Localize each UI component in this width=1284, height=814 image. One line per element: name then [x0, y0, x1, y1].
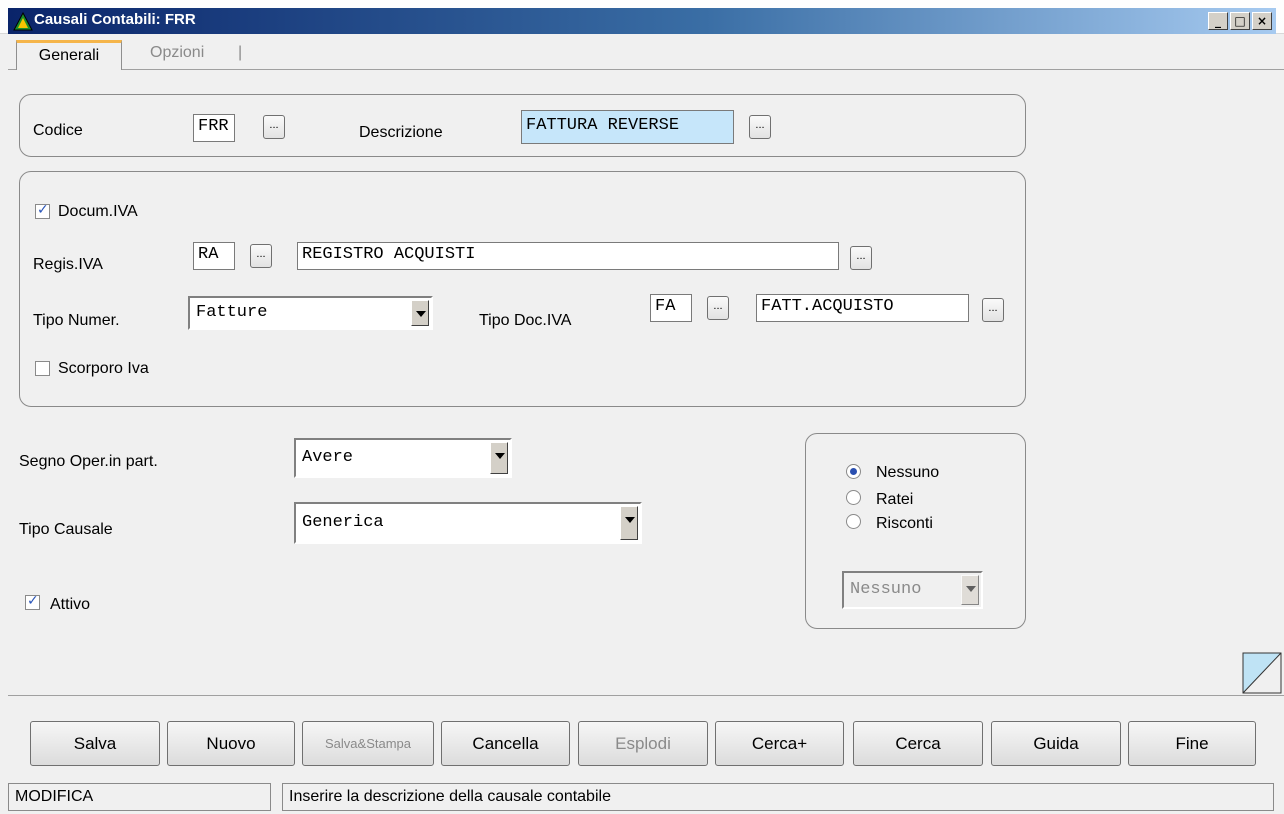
- regis-iva-lookup-button[interactable]: ...: [250, 244, 272, 268]
- docum-iva-checkbox[interactable]: [35, 202, 50, 219]
- maximize-icon[interactable]: □: [1230, 12, 1250, 30]
- chevron-down-icon[interactable]: [490, 442, 508, 474]
- iva-group: [19, 171, 1026, 407]
- regis-iva-desc-field[interactable]: REGISTRO ACQUISTI: [297, 242, 839, 270]
- tipo-doc-iva-lookup-button[interactable]: ...: [707, 296, 729, 320]
- tab-separator: |: [238, 44, 243, 61]
- tipo-numer-select[interactable]: Fatture: [188, 296, 433, 330]
- ratei-radio[interactable]: [846, 490, 861, 505]
- segno-oper-select[interactable]: Avere: [294, 438, 512, 478]
- app-logo-icon: [13, 12, 33, 31]
- chevron-down-icon[interactable]: [620, 506, 638, 540]
- tipo-causale-select[interactable]: Generica: [294, 502, 642, 544]
- scorporo-iva-checkbox[interactable]: [35, 361, 50, 376]
- tipo-numer-label: Tipo Numer.: [33, 312, 120, 329]
- docum-iva-label: Docum.IVA: [58, 203, 138, 220]
- chevron-down-icon[interactable]: [411, 300, 429, 326]
- tipo-causale-value: Generica: [302, 513, 384, 532]
- chevron-down-icon[interactable]: [961, 575, 979, 605]
- close-icon[interactable]: ×: [1252, 12, 1272, 30]
- cerca-button[interactable]: Cerca: [853, 721, 983, 766]
- ratei-radio-label: Ratei: [876, 491, 914, 508]
- tab-generali[interactable]: Generali: [16, 40, 122, 70]
- descrizione-field[interactable]: FATTURA REVERSE: [521, 110, 734, 144]
- salva-stampa-button[interactable]: Salva&Stampa: [302, 721, 434, 766]
- tipo-causale-label: Tipo Causale: [19, 521, 113, 538]
- attivo-checkbox[interactable]: [25, 593, 40, 610]
- salva-button[interactable]: Salva: [30, 721, 160, 766]
- attivo-label: Attivo: [50, 596, 91, 613]
- minimize-icon[interactable]: _: [1208, 12, 1228, 30]
- ratei-select[interactable]: Nessuno: [842, 571, 983, 609]
- cerca-plus-button[interactable]: Cerca+: [715, 721, 844, 766]
- regis-iva-desc-lookup-button[interactable]: ...: [850, 246, 872, 270]
- tipo-doc-iva-code-field[interactable]: FA: [650, 294, 692, 322]
- tipo-doc-iva-label: Tipo Doc.IVA: [479, 312, 572, 329]
- tipo-numer-value: Fatture: [196, 303, 268, 322]
- risconti-radio-label: Risconti: [876, 515, 933, 532]
- page-corner-icon: [1242, 652, 1282, 694]
- ratei-select-value: Nessuno: [850, 580, 922, 599]
- nuovo-button[interactable]: Nuovo: [167, 721, 295, 766]
- status-mode: MODIFICA: [8, 783, 271, 811]
- nessuno-radio-label: Nessuno: [876, 464, 940, 481]
- descrizione-lookup-button[interactable]: ...: [749, 115, 771, 139]
- tipo-doc-iva-desc-lookup-button[interactable]: ...: [982, 298, 1004, 322]
- codice-field[interactable]: FRR: [193, 114, 235, 142]
- status-message: Inserire la descrizione della causale co…: [282, 783, 1274, 811]
- codice-lookup-button[interactable]: ...: [263, 115, 285, 139]
- risconti-radio[interactable]: [846, 514, 861, 529]
- regis-iva-code-field[interactable]: RA: [193, 242, 235, 270]
- window-title: Causali Contabili: FRR: [34, 11, 196, 28]
- segno-oper-label: Segno Oper.in part.: [19, 453, 158, 470]
- fine-button[interactable]: Fine: [1128, 721, 1256, 766]
- descrizione-label: Descrizione: [359, 124, 443, 141]
- guida-button[interactable]: Guida: [991, 721, 1121, 766]
- tab-opzioni[interactable]: Opzioni: [150, 44, 204, 62]
- esplodi-button[interactable]: Esplodi: [578, 721, 708, 766]
- codice-label: Codice: [33, 122, 83, 139]
- nessuno-radio[interactable]: [846, 464, 861, 479]
- tipo-doc-iva-desc-field[interactable]: FATT.ACQUISTO: [756, 294, 969, 322]
- regis-iva-label: Regis.IVA: [33, 256, 103, 273]
- segno-oper-value: Avere: [302, 448, 354, 467]
- scorporo-iva-label: Scorporo Iva: [58, 360, 149, 377]
- cancella-button[interactable]: Cancella: [441, 721, 570, 766]
